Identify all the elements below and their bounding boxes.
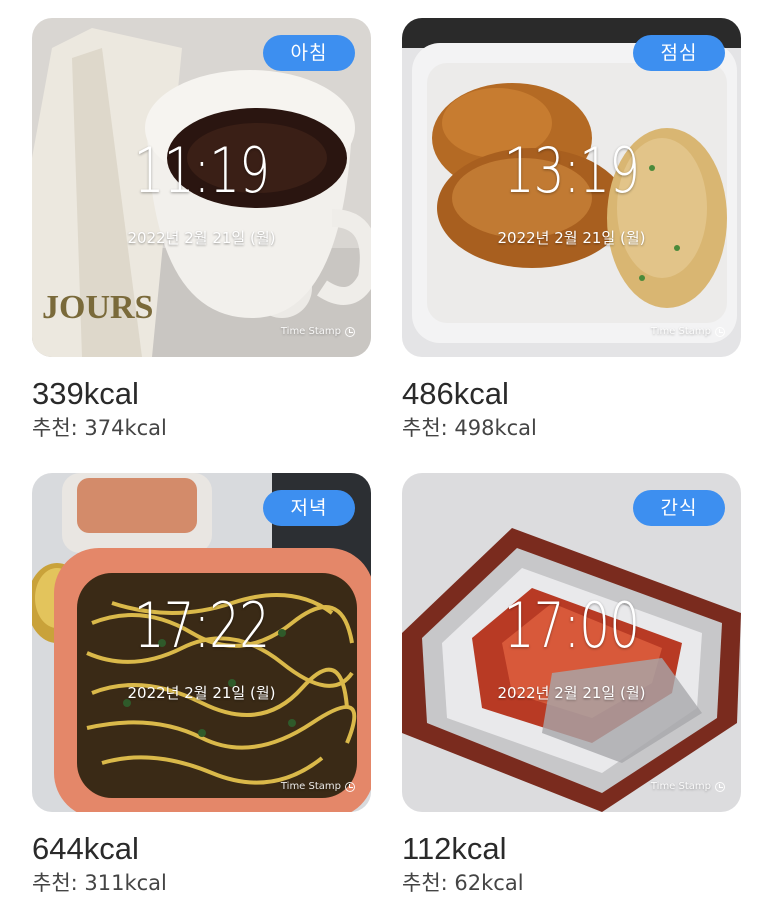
meal-type-badge: 저녁 xyxy=(263,490,355,526)
photo-date: 2022년 2월 21일 (월) xyxy=(127,229,276,247)
recommended-calories: 추천: 62kcal xyxy=(402,871,524,895)
meal-card-breakfast[interactable]: JOURS 아침 11:19 2022년 2월 21일 (월) Time Sta… xyxy=(32,18,371,443)
meal-card-snack[interactable]: 간식 17:00 2022년 2월 21일 (월) Time Stamp 112… xyxy=(402,473,741,898)
timestamp-watermark: Time Stamp xyxy=(651,781,725,792)
meal-photo-lunch[interactable]: 점심 13:19 2022년 2월 21일 (월) Time Stamp xyxy=(402,18,741,357)
meal-photo-breakfast[interactable]: JOURS 아침 11:19 2022년 2월 21일 (월) Time Sta… xyxy=(32,18,371,357)
timestamp-label: Time Stamp xyxy=(650,781,711,792)
clock-icon xyxy=(345,781,355,792)
timestamp-label: Time Stamp xyxy=(280,326,341,337)
photo-time: 11:19 xyxy=(133,134,270,207)
photo-time: 17:22 xyxy=(133,589,270,662)
timestamp-label: Time Stamp xyxy=(280,781,341,792)
calories-value: 486kcal xyxy=(402,376,509,411)
calories-value: 644kcal xyxy=(32,831,139,866)
meal-photo-snack[interactable]: 간식 17:00 2022년 2월 21일 (월) Time Stamp xyxy=(402,473,741,812)
timestamp-watermark: Time Stamp xyxy=(281,326,355,337)
recommended-calories: 추천: 311kcal xyxy=(32,871,167,895)
photo-date: 2022년 2월 21일 (월) xyxy=(497,229,646,247)
timestamp-label: Time Stamp xyxy=(650,326,711,337)
recommended-calories: 추천: 374kcal xyxy=(32,416,167,440)
clock-icon xyxy=(715,781,725,792)
meal-type-badge: 간식 xyxy=(633,490,725,526)
calories-value: 112kcal xyxy=(402,831,507,866)
photo-date: 2022년 2월 21일 (월) xyxy=(497,684,646,702)
meal-type-badge: 점심 xyxy=(633,35,725,71)
meal-card-lunch[interactable]: 점심 13:19 2022년 2월 21일 (월) Time Stamp 486… xyxy=(402,18,741,443)
meal-photo-dinner[interactable]: 저녁 17:22 2022년 2월 21일 (월) Time Stamp xyxy=(32,473,371,812)
photo-time: 17:00 xyxy=(503,589,640,662)
timestamp-watermark: Time Stamp xyxy=(651,326,725,337)
clock-icon xyxy=(345,326,355,337)
calories-value: 339kcal xyxy=(32,376,139,411)
photo-date: 2022년 2월 21일 (월) xyxy=(127,684,276,702)
timestamp-watermark: Time Stamp xyxy=(281,781,355,792)
svg-text:JOURS: JOURS xyxy=(42,289,153,326)
meal-card-dinner[interactable]: 저녁 17:22 2022년 2월 21일 (월) Time Stamp 644… xyxy=(32,473,371,898)
clock-icon xyxy=(715,326,725,337)
meal-type-badge: 아침 xyxy=(263,35,355,71)
recommended-calories: 추천: 498kcal xyxy=(402,416,537,440)
photo-time: 13:19 xyxy=(503,134,640,207)
